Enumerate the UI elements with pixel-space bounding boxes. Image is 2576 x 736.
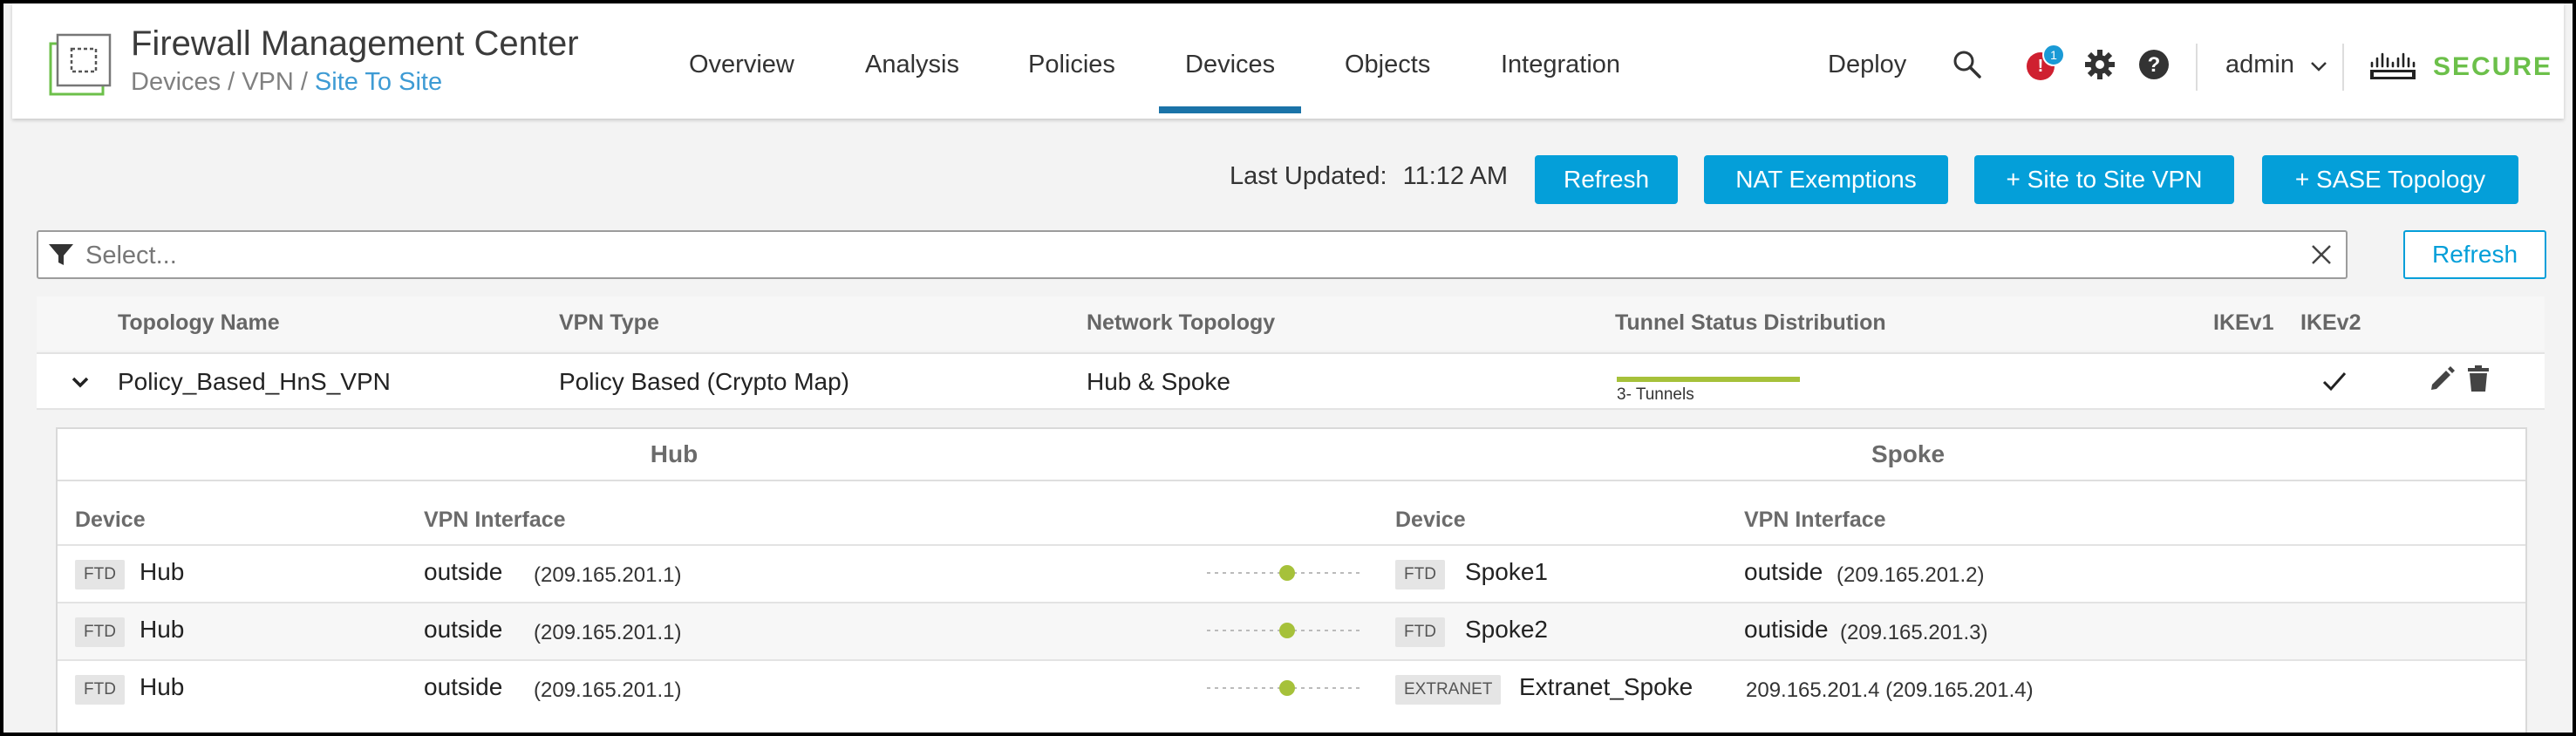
- table-row[interactable]: Policy_Based_HnS_VPN Policy Based (Crypt…: [37, 352, 2545, 410]
- tunnel-status-icon[interactable]: [1205, 558, 1362, 588]
- topology-name: Policy_Based_HnS_VPN: [118, 368, 391, 395]
- hub-device-col: Device: [75, 508, 146, 532]
- col-ikev1[interactable]: IKEv1: [2213, 310, 2273, 336]
- device-type-badge: EXTRANET: [1395, 675, 1502, 705]
- device-type-badge: FTD: [75, 560, 125, 589]
- top-header: Firewall Management Center Devices / VPN / S…: [12, 3, 2564, 119]
- col-ikev2[interactable]: IKEv2: [2300, 310, 2361, 336]
- filter-input[interactable]: [84, 237, 2285, 274]
- hub-device-name: Hub: [140, 558, 185, 585]
- hub-device-name: Hub: [140, 673, 185, 700]
- user-menu[interactable]: admin: [2225, 51, 2327, 79]
- spoke-ip: (209.165.201.2): [1837, 563, 1985, 587]
- device-type-badge: FTD: [75, 675, 125, 705]
- filter-refresh-button[interactable]: Refresh: [2403, 230, 2546, 279]
- refresh-button[interactable]: Refresh: [1535, 155, 1678, 204]
- last-updated-time: 11:12 AM: [1402, 162, 1509, 190]
- gear-icon[interactable]: [2082, 47, 2117, 82]
- hub-ip: (209.165.201.1): [534, 563, 682, 587]
- tunnel-status-icon[interactable]: [1205, 673, 1362, 703]
- alerts-count-badge: 1: [2042, 44, 2065, 66]
- breadcrumb-devices[interactable]: Devices: [131, 68, 221, 96]
- check-icon: [2322, 372, 2347, 392]
- header-divider: [2342, 44, 2344, 91]
- spoke-device-col: Device: [1395, 508, 1466, 532]
- last-updated-label: Last Updated:: [1230, 162, 1387, 190]
- svg-text:?: ?: [2148, 53, 2161, 77]
- vpn-type: Policy Based (Crypto Map): [559, 368, 850, 395]
- spoke-interface: outiside: [1744, 616, 1829, 643]
- tunnel-status-bar[interactable]: [1617, 377, 1800, 382]
- hub-interface: outside: [424, 558, 503, 585]
- topology-table-header: Topology Name VPN Type Network Topology …: [37, 296, 2545, 351]
- nat-exemptions-button[interactable]: NAT Exemptions: [1704, 155, 1948, 204]
- cisco-logo-icon: [2370, 52, 2416, 79]
- chevron-down-icon[interactable]: [70, 371, 91, 392]
- spoke-ip: 209.165.201.4 (209.165.201.4): [1746, 678, 2034, 702]
- tunnel-status-icon[interactable]: [1205, 616, 1362, 645]
- header-divider: [2196, 44, 2198, 91]
- hub-ip: (209.165.201.1): [534, 678, 682, 702]
- filter-icon: [49, 244, 73, 265]
- app-title: Firewall Management Center: [131, 24, 579, 63]
- fmc-logo-icon[interactable]: [45, 30, 115, 99]
- hub-device-name: Hub: [140, 616, 185, 643]
- nav-analysis[interactable]: Analysis: [865, 51, 959, 79]
- user-name: admin: [2225, 51, 2294, 78]
- breadcrumb: Devices / VPN / Site To Site: [131, 68, 443, 96]
- hub-interface: outside: [424, 673, 503, 700]
- table-row[interactable]: FTD Hub outside (209.165.201.1) FTD Spoke1 out…: [58, 544, 2525, 603]
- hub-heading: Hub: [650, 440, 699, 467]
- spoke-device-name: Extranet_Spoke: [1519, 673, 1693, 700]
- close-icon[interactable]: [2309, 242, 2334, 267]
- device-type-badge: FTD: [1395, 617, 1445, 647]
- add-site-to-site-vpn-button[interactable]: + Site to Site VPN: [1974, 155, 2234, 204]
- search-icon[interactable]: [1950, 47, 1985, 82]
- add-sase-topology-button[interactable]: + SASE Topology: [2262, 155, 2518, 204]
- table-row[interactable]: FTD Hub outside (209.165.201.1) EXTRANET Extr…: [58, 659, 2525, 719]
- panel-divider: [58, 480, 2525, 481]
- col-vpn-type[interactable]: VPN Type: [559, 310, 659, 336]
- delete-icon[interactable]: [2466, 365, 2491, 392]
- hub-interface: outside: [424, 616, 503, 643]
- chevron-down-icon: [2311, 62, 2327, 72]
- nav-devices[interactable]: Devices: [1158, 51, 1302, 113]
- hub-vpn-interface-col: VPN Interface: [424, 508, 566, 532]
- device-type-badge: FTD: [75, 617, 125, 647]
- edit-icon[interactable]: [2428, 365, 2456, 392]
- col-tunnel-status[interactable]: Tunnel Status Distribution: [1615, 310, 1886, 336]
- app-window: Firewall Management Center Devices / VPN / S…: [0, 0, 2576, 736]
- last-updated: Last Updated: 11:12 AM: [1230, 162, 1508, 191]
- nav-objects[interactable]: Objects: [1345, 51, 1430, 79]
- spoke-device-name: Spoke1: [1465, 558, 1548, 585]
- device-type-badge: FTD: [1395, 560, 1445, 589]
- brand-secure: SECURE: [2433, 52, 2553, 81]
- spoke-interface: outside: [1744, 558, 1823, 585]
- breadcrumb-current: Site To Site: [314, 68, 443, 96]
- filter-bar[interactable]: [37, 230, 2348, 279]
- network-topology: Hub & Spoke: [1087, 368, 1230, 395]
- nav-policies[interactable]: Policies: [1028, 51, 1115, 79]
- topology-details-panel: Hub Spoke Device VPN Interface Device VP…: [56, 427, 2527, 733]
- hub-ip: (209.165.201.1): [534, 621, 682, 644]
- help-icon[interactable]: ?: [2136, 47, 2171, 82]
- tunnel-count-label: 3- Tunnels: [1617, 385, 1694, 404]
- spoke-device-name: Spoke2: [1465, 616, 1548, 643]
- nav-integration[interactable]: Integration: [1501, 51, 1620, 79]
- deploy-button[interactable]: Deploy: [1828, 51, 1906, 79]
- table-row[interactable]: FTD Hub outside (209.165.201.1) FTD Spoke2 out…: [58, 602, 2525, 661]
- nav-overview[interactable]: Overview: [689, 51, 794, 79]
- col-topology-name[interactable]: Topology Name: [118, 310, 280, 336]
- spoke-vpn-interface-col: VPN Interface: [1744, 508, 1886, 532]
- spoke-heading: Spoke: [1871, 440, 1946, 467]
- spoke-ip: (209.165.201.3): [1840, 621, 1988, 644]
- col-network-topology[interactable]: Network Topology: [1087, 310, 1275, 336]
- breadcrumb-vpn[interactable]: VPN: [242, 68, 294, 96]
